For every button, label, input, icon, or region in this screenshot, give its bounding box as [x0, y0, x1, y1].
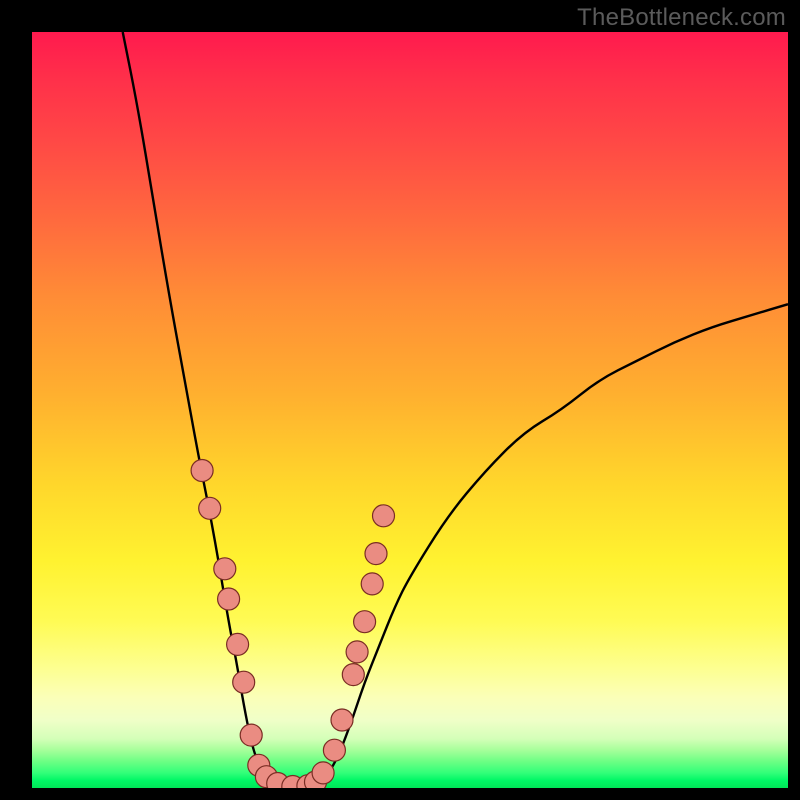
- curve-svg: [32, 32, 788, 788]
- data-point: [233, 671, 255, 693]
- data-point: [323, 739, 345, 761]
- data-point: [342, 664, 364, 686]
- data-point: [346, 641, 368, 663]
- data-point: [227, 633, 249, 655]
- bottleneck-curve: [123, 32, 788, 788]
- data-point: [365, 543, 387, 565]
- data-points: [191, 460, 394, 789]
- data-point: [361, 573, 383, 595]
- data-point: [199, 497, 221, 519]
- data-point: [191, 460, 213, 482]
- plot-area: [32, 32, 788, 788]
- data-point: [312, 762, 334, 784]
- data-point: [240, 724, 262, 746]
- data-point: [331, 709, 353, 731]
- data-point: [354, 611, 376, 633]
- data-point: [214, 558, 236, 580]
- data-point: [218, 588, 240, 610]
- data-point: [373, 505, 395, 527]
- watermark-text: TheBottleneck.com: [577, 4, 786, 32]
- chart-frame: TheBottleneck.com: [0, 0, 800, 800]
